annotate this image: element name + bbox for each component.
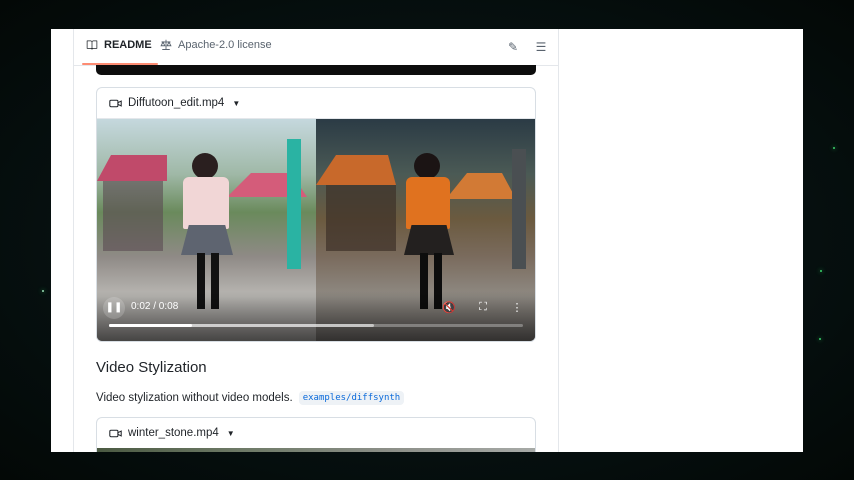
- browser-page: README Apache-2.0 license ✎ ☰ Diffutoon_…: [51, 29, 803, 452]
- background-dot: [819, 338, 821, 340]
- dancer-top: [406, 177, 450, 229]
- street-post: [512, 149, 526, 269]
- video-card-2: winter_stone.mp4 ▼: [96, 417, 536, 452]
- video-preview-2[interactable]: [97, 448, 535, 452]
- market-tent: [97, 155, 167, 181]
- video-controls: ❚❚ 0:02 / 0:08 🔇 ⛶ ⋮: [97, 291, 535, 341]
- book-icon: [86, 40, 98, 50]
- video-camera-icon: [109, 429, 122, 437]
- tab-license-label: Apache-2.0 license: [178, 39, 272, 51]
- background-dot: [833, 147, 835, 149]
- section-heading: Video Stylization: [96, 359, 207, 376]
- video-player[interactable]: ❚❚ 0:02 / 0:08 🔇 ⛶ ⋮: [97, 119, 535, 341]
- chevron-down-icon[interactable]: ▼: [232, 99, 240, 108]
- outline-list-icon[interactable]: ☰: [533, 39, 549, 55]
- background-dot: [42, 290, 44, 292]
- video-header-2[interactable]: winter_stone.mp4 ▼: [97, 418, 535, 449]
- video-card: Diffutoon_edit.mp4 ▼ ❚❚ 0:02 / 0:08 🔇 ⛶ …: [96, 87, 536, 342]
- section-description-line: Video stylization without video models. …: [96, 391, 405, 405]
- section-description: Video stylization without video models.: [96, 392, 293, 404]
- code-path-link[interactable]: examples/diffsynth: [298, 391, 405, 405]
- readme-panel: README Apache-2.0 license ✎ ☰ Diffutoon_…: [73, 29, 559, 452]
- video-header[interactable]: Diffutoon_edit.mp4 ▼: [97, 88, 535, 119]
- dancer-head: [192, 153, 218, 179]
- pause-button[interactable]: ❚❚: [103, 297, 125, 319]
- previous-video-bottom: [96, 65, 536, 75]
- dancer-skirt: [181, 225, 233, 255]
- dancer-skirt: [404, 225, 454, 255]
- scale-icon: [160, 39, 172, 50]
- tab-license[interactable]: Apache-2.0 license: [160, 39, 272, 51]
- market-tent: [446, 173, 516, 199]
- video-filename-2: winter_stone.mp4: [128, 427, 219, 439]
- tab-readme[interactable]: README: [82, 39, 158, 65]
- video-filename: Diffutoon_edit.mp4: [128, 97, 225, 109]
- stall-shade: [103, 181, 163, 251]
- teal-post: [287, 139, 301, 269]
- chevron-down-icon[interactable]: ▼: [227, 429, 235, 438]
- edit-icon[interactable]: ✎: [505, 39, 521, 55]
- market-tent: [316, 155, 396, 185]
- readme-tabbar: README Apache-2.0 license ✎ ☰: [74, 29, 558, 66]
- background-dot: [820, 270, 822, 272]
- video-progress-track[interactable]: [109, 324, 523, 327]
- dancer-top: [183, 177, 229, 229]
- stall-shade: [326, 185, 396, 251]
- fullscreen-icon[interactable]: ⛶: [475, 301, 491, 314]
- tab-readme-label: README: [104, 39, 152, 51]
- dancer-head: [414, 153, 440, 179]
- video-camera-icon: [109, 99, 122, 107]
- mute-icon[interactable]: 🔇: [441, 301, 457, 314]
- more-options-icon[interactable]: ⋮: [509, 301, 525, 314]
- video-time: 0:02 / 0:08: [131, 301, 179, 312]
- video-progress-fill: [109, 324, 192, 327]
